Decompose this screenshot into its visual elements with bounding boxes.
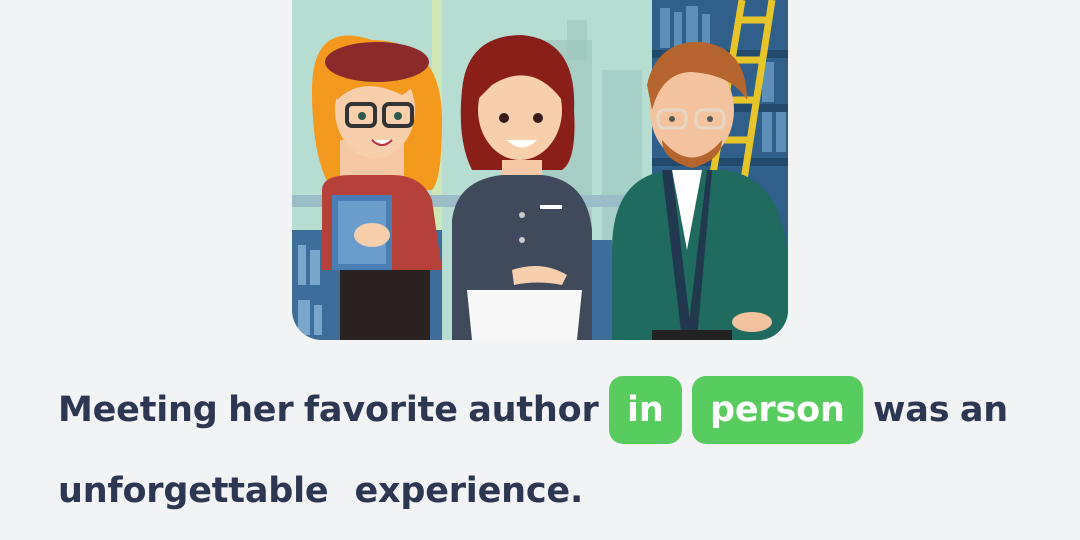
- illustration-image: [292, 0, 788, 340]
- sentence-line-1: Meeting her favorite author in person wa…: [58, 372, 1008, 448]
- word-chip-person[interactable]: person: [692, 376, 863, 444]
- word: author: [468, 389, 599, 430]
- word: an: [959, 389, 1008, 430]
- library-meeting-illustration-icon: [292, 0, 788, 340]
- sentence-line-2: unforgettable experience.: [58, 448, 1008, 534]
- word: unforgettable: [58, 470, 329, 511]
- word: her: [228, 389, 294, 430]
- word: Meeting: [58, 389, 218, 430]
- word: was: [873, 389, 950, 430]
- word: experience.: [354, 470, 584, 511]
- waitress-figure: [452, 35, 592, 340]
- word-chip-in[interactable]: in: [609, 376, 682, 444]
- word: favorite: [303, 389, 458, 430]
- sentence: Meeting her favorite author in person wa…: [58, 372, 1008, 534]
